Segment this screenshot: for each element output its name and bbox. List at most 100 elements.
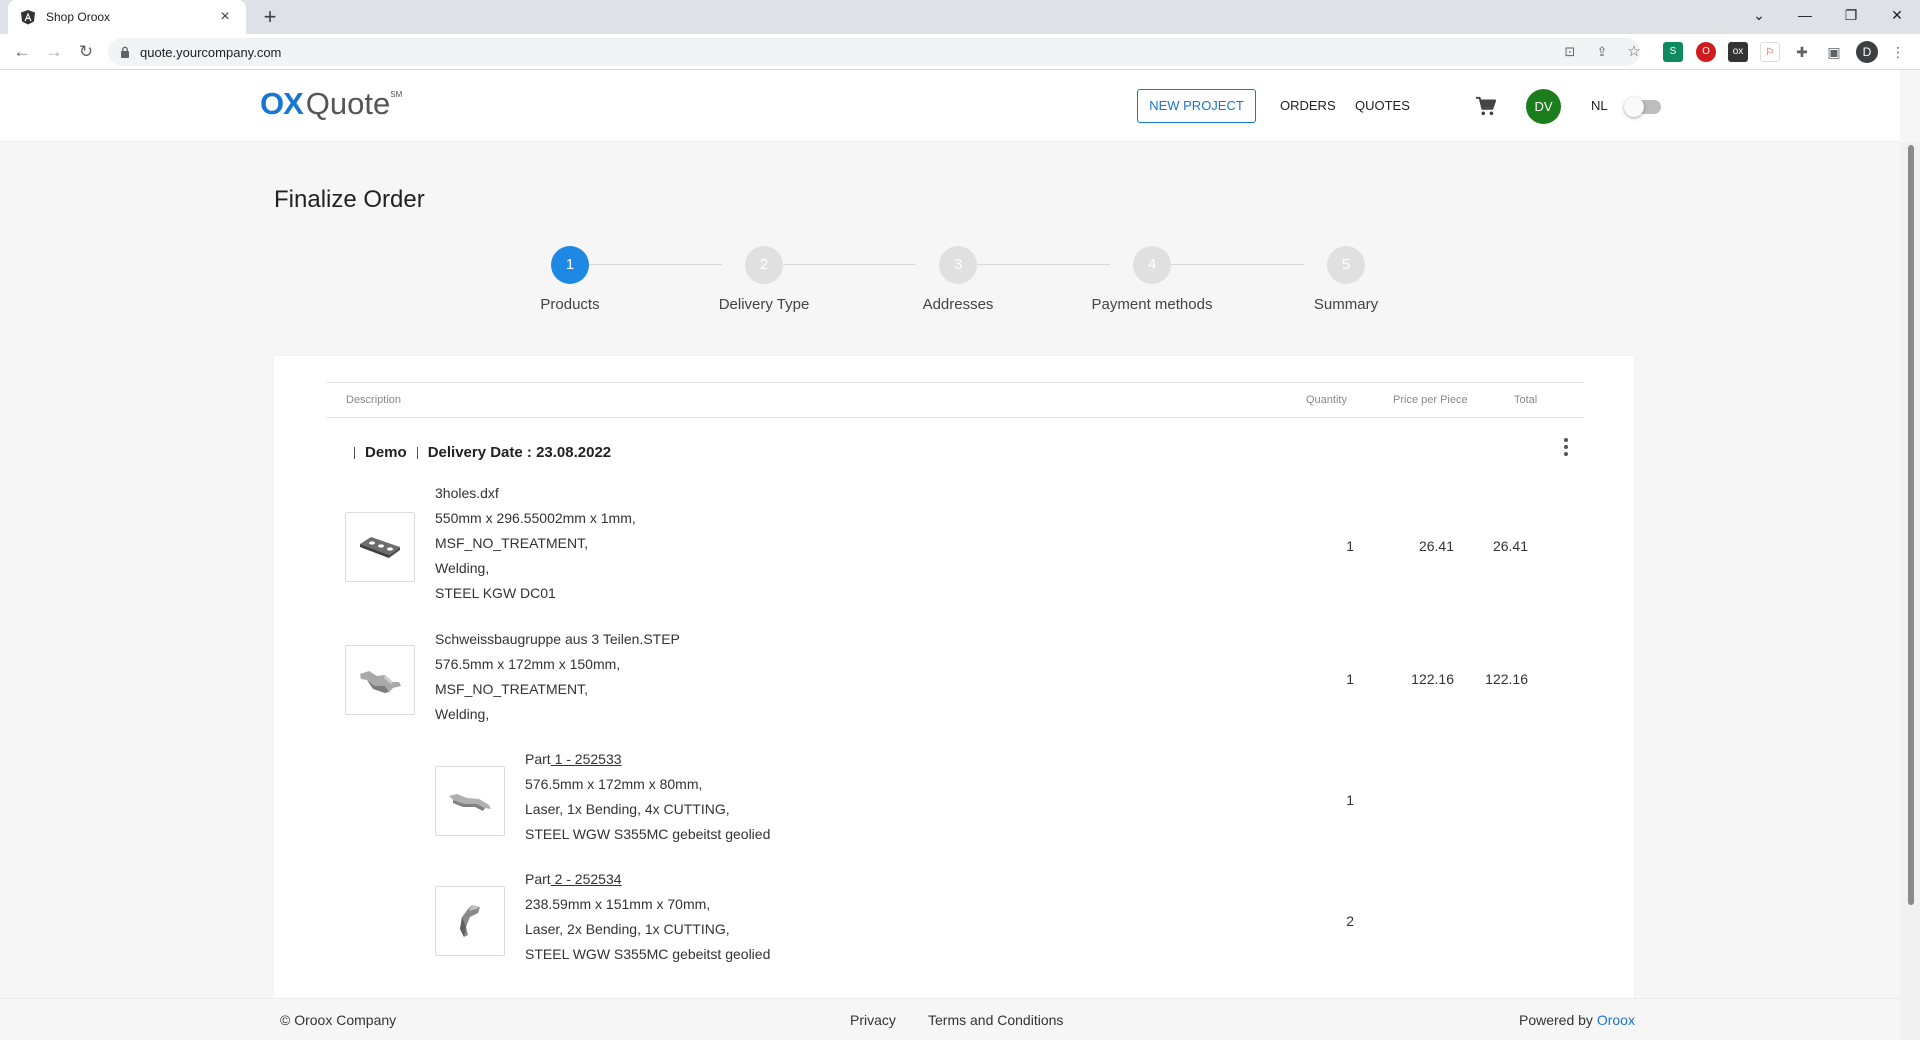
profile-avatar[interactable]: D (1856, 41, 1878, 63)
reload-icon[interactable]: ↻ (72, 38, 100, 66)
item-quantity: 1 (1346, 538, 1354, 554)
product-process: Welding, (435, 706, 490, 722)
table-header: Description Quantity Price per Piece Tot… (326, 382, 1584, 418)
powered-by: Powered by Oroox (1519, 1012, 1635, 1028)
part-link[interactable]: 1 - 252533 (551, 751, 622, 767)
language-toggle[interactable] (1624, 97, 1661, 117)
delivery-date: Delivery Date : 23.08.2022 (427, 444, 612, 461)
extension-icon-ox[interactable]: ox (1728, 42, 1748, 62)
privacy-link[interactable]: Privacy (850, 1012, 896, 1028)
copyright: © Oroox Company (280, 1012, 397, 1028)
scrollbar-thumb[interactable] (1908, 145, 1914, 905)
terms-link[interactable]: Terms and Conditions (928, 1012, 1063, 1028)
order-stepper: 1 Products 2 Delivery Type 3 Addresses 4… (500, 246, 1400, 316)
part-thumbnail[interactable] (435, 886, 505, 956)
share-icon[interactable]: ⇪ (1592, 42, 1612, 62)
page-title: Finalize Order (274, 186, 425, 213)
browser-tab[interactable]: Shop Oroox × (8, 0, 246, 34)
product-name: 3holes.dxf (435, 485, 499, 501)
part-thumbnail[interactable] (435, 766, 505, 836)
part-link[interactable]: 2 - 252534 (551, 871, 622, 887)
step-label: Addresses (922, 296, 994, 313)
step-delivery-type[interactable]: 2 Delivery Type (694, 246, 834, 313)
product-dimensions: 550mm x 296.55002mm x 1mm, (435, 510, 636, 526)
extension-icon-badge[interactable]: ⚐ (1760, 42, 1780, 62)
product-treatment: MSF_NO_TREATMENT, (435, 681, 588, 697)
chevron-down-icon[interactable]: ⌄ (1736, 0, 1782, 30)
side-panel-icon[interactable]: ▣ (1824, 42, 1844, 62)
minimize-button[interactable]: — (1782, 0, 1828, 30)
cart-icon[interactable] (1475, 96, 1497, 116)
group-name: Demo (365, 444, 407, 461)
step-label: Payment methods (1091, 296, 1213, 313)
lock-icon (121, 46, 129, 58)
step-products[interactable]: 1 Products (500, 246, 640, 313)
part-process: Laser, 2x Bending, 1x CUTTING, (525, 921, 730, 937)
col-description: Description (346, 394, 402, 406)
part-dimensions: 238.59mm x 151mm x 70mm, (525, 896, 711, 912)
user-avatar[interactable]: DV (1526, 89, 1561, 124)
product-thumbnail[interactable] (345, 512, 415, 582)
item-total: 26.41 (1492, 538, 1528, 554)
footer: © Oroox Company Privacy Terms and Condit… (0, 998, 1900, 1040)
bookmark-star-icon[interactable]: ☆ (1624, 42, 1644, 62)
part-details: Part 1 - 252533 576.5mm x 172mm x 80mm, … (525, 747, 770, 847)
step-payment-methods[interactable]: 4 Payment methods (1082, 246, 1222, 313)
part-preview-icon (460, 905, 480, 937)
part-title: Part 2 - 252534 (525, 871, 622, 887)
col-quantity: Quantity (1306, 394, 1347, 406)
more-menu-icon[interactable]: ⋮ (1888, 42, 1908, 62)
browser-toolbar: ← → ↻ quote.yourcompany.com ⊡ ⇪ ☆ S O ox… (0, 34, 1920, 70)
item-quantity: 1 (1346, 671, 1354, 687)
extension-icon-opera[interactable]: O (1696, 42, 1716, 62)
nav-orders[interactable]: ORDERS (1280, 98, 1336, 113)
part-preview-icon (360, 537, 400, 558)
step-label: Delivery Type (718, 296, 810, 313)
language-label: NL (1591, 98, 1608, 113)
browser-tab-strip: Shop Oroox × + ⌄ — ❐ ✕ (0, 0, 1920, 34)
address-bar[interactable]: quote.yourcompany.com (108, 38, 1640, 66)
part-quantity: 2 (1346, 913, 1354, 929)
product-details: 3holes.dxf 550mm x 296.55002mm x 1mm, MS… (435, 481, 636, 606)
step-number: 1 (551, 246, 589, 284)
group-header: Demo Delivery Date : 23.08.2022 (354, 444, 611, 461)
url-text: quote.yourcompany.com (140, 44, 282, 60)
back-icon[interactable]: ← (8, 38, 36, 66)
product-process: Welding, (435, 560, 490, 576)
forward-icon[interactable]: → (40, 38, 68, 66)
col-total: Total (1514, 394, 1538, 406)
part-details: Part 2 - 252534 238.59mm x 151mm x 70mm,… (525, 867, 770, 967)
close-window-button[interactable]: ✕ (1874, 0, 1920, 30)
step-number: 4 (1133, 246, 1171, 284)
divider (354, 446, 355, 459)
part-preview-icon (360, 671, 401, 693)
product-dimensions: 576.5mm x 172mm x 150mm, (435, 656, 621, 672)
new-tab-button[interactable]: + (256, 3, 284, 31)
more-options-icon[interactable] (1556, 436, 1576, 460)
toggle-knob (1624, 97, 1644, 117)
translate-icon[interactable]: ⊡ (1560, 42, 1580, 62)
extension-icon-green[interactable]: S (1663, 42, 1683, 62)
part-preview-icon (449, 794, 491, 811)
new-project-button[interactable]: NEW PROJECT (1137, 89, 1256, 123)
part-material: STEEL WGW S355MC gebeitst geolied (525, 826, 771, 842)
oroox-link[interactable]: Oroox (1597, 1012, 1635, 1028)
step-addresses[interactable]: 3 Addresses (888, 246, 1028, 313)
order-card: Description Quantity Price per Piece Tot… (274, 356, 1634, 1000)
part-dimensions: 576.5mm x 172mm x 80mm, (525, 776, 703, 792)
step-summary[interactable]: 5 Summary (1276, 246, 1416, 313)
product-thumbnail[interactable] (345, 645, 415, 715)
item-price: 122.16 (1411, 671, 1454, 687)
puzzle-icon[interactable]: ✚ (1792, 42, 1812, 62)
angular-icon (21, 10, 35, 25)
nav-quotes[interactable]: QUOTES (1355, 98, 1410, 113)
close-icon[interactable]: × (216, 9, 234, 25)
logo[interactable]: OX Quote SM (260, 86, 402, 122)
step-label: Summary (1313, 296, 1379, 313)
part-title: Part 1 - 252533 (525, 751, 622, 767)
product-details: Schweissbaugruppe aus 3 Teilen.STEP 576.… (435, 627, 680, 727)
product-name: Schweissbaugruppe aus 3 Teilen.STEP (435, 631, 680, 647)
part-quantity: 1 (1346, 792, 1354, 808)
step-number: 3 (939, 246, 977, 284)
restore-button[interactable]: ❐ (1828, 0, 1874, 30)
